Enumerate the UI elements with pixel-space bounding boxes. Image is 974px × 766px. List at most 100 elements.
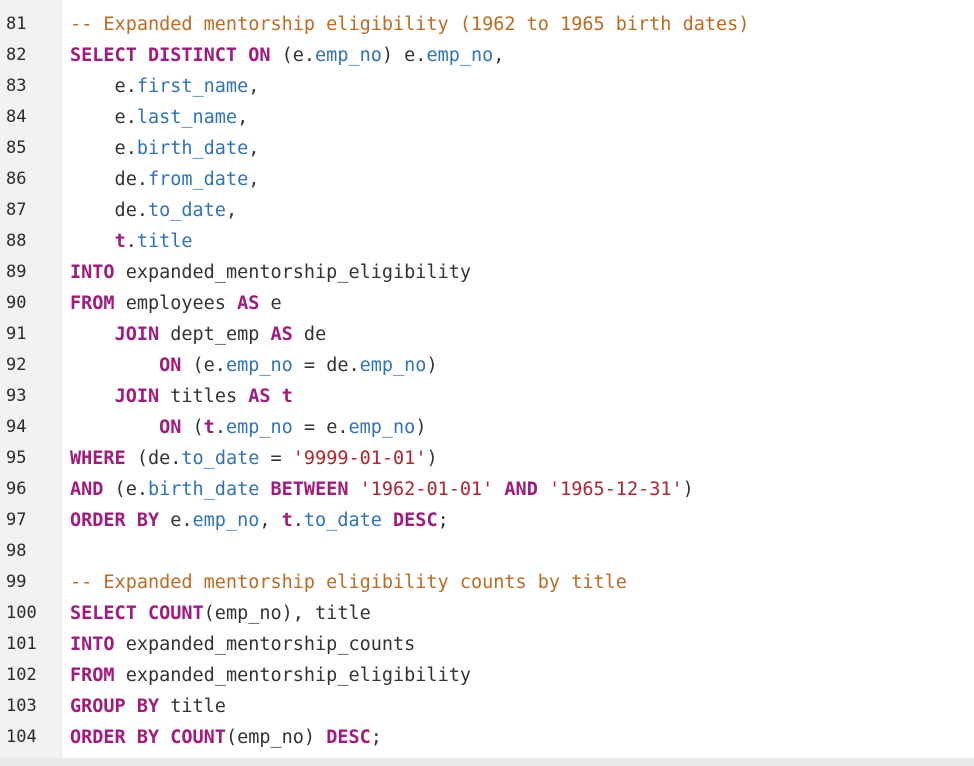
- code-line[interactable]: GROUP BY title: [70, 691, 974, 722]
- code-token: COUNT: [147, 603, 204, 624]
- code-line[interactable]: -- Expanded mentorship eligibility count…: [70, 567, 974, 598]
- code-token: emp_no: [359, 355, 427, 376]
- code-token: to_date: [147, 200, 226, 221]
- line-number: 92: [6, 355, 27, 375]
- code-token: birth_date: [136, 138, 249, 159]
- code-token: ): [426, 448, 438, 469]
- code-token: e.: [70, 138, 137, 159]
- code-token: expanded_mentorship_eligibility: [114, 665, 471, 686]
- code-token: e: [259, 293, 282, 314]
- code-token: ,: [248, 169, 260, 190]
- horizontal-scrollbar[interactable]: [0, 758, 974, 766]
- code-token: t: [281, 386, 293, 407]
- code-token: SELECT: [70, 603, 137, 624]
- code-line[interactable]: ON (t.emp_no = e.emp_no): [70, 412, 974, 443]
- code-token: emp_no: [426, 45, 494, 66]
- code-area[interactable]: -- Expanded mentorship eligibility (1962…: [62, 0, 974, 758]
- code-line[interactable]: JOIN dept_emp AS de: [70, 319, 974, 350]
- code-token: WHERE: [70, 448, 126, 469]
- code-token: ,: [493, 45, 505, 66]
- code-token: ,: [225, 200, 238, 221]
- code-token: ORDER BY: [70, 510, 160, 531]
- code-token: (e.: [181, 355, 226, 376]
- code-line[interactable]: ORDER BY COUNT(emp_no) DESC;: [70, 722, 974, 753]
- code-token: dept_emp: [159, 324, 271, 345]
- code-token: SELECT DISTINCT ON: [70, 45, 271, 66]
- code-editor[interactable]: 81 82 83 84 85 86 87 88 89 90 91 92 93 94 95 96 97 98 99 10…: [0, 0, 974, 758]
- line-number: 96: [6, 479, 27, 499]
- line-number: 86: [6, 169, 27, 189]
- code-token: title: [136, 231, 193, 252]
- code-line[interactable]: JOIN titles AS t: [70, 381, 974, 412]
- code-token: expanded_mentorship_eligibility: [114, 262, 471, 283]
- code-token: '1962-01-01': [359, 479, 494, 500]
- code-token: INTO: [70, 262, 115, 283]
- code-line[interactable]: AND (e.birth_date BETWEEN '1962-01-01' A…: [70, 474, 974, 505]
- code-line[interactable]: e.first_name,: [70, 71, 974, 102]
- code-token: AS: [270, 324, 293, 345]
- code-token: =: [259, 448, 293, 469]
- line-number: 84: [6, 107, 27, 127]
- line-number-gutter: 81 82 83 84 85 86 87 88 89 90 91 92 93 94 95 96 97 98 99 10…: [0, 0, 62, 758]
- code-token: t: [114, 231, 126, 252]
- code-line[interactable]: e.birth_date,: [70, 133, 974, 164]
- code-token: GROUP BY: [70, 696, 160, 717]
- code-line[interactable]: ORDER BY e.emp_no, t.to_date DESC;: [70, 505, 974, 536]
- code-token: FROM: [70, 293, 115, 314]
- code-token: expanded_mentorship_counts: [114, 634, 416, 655]
- line-number: 95: [6, 448, 27, 468]
- line-number: 102: [6, 665, 37, 685]
- code-token: ) e.: [381, 45, 427, 66]
- code-token: last_name: [136, 107, 238, 128]
- code-token: FROM: [70, 665, 115, 686]
- code-line[interactable]: INTO expanded_mentorship_eligibility: [70, 257, 974, 288]
- line-number: 87: [6, 200, 27, 220]
- line-number: 91: [6, 324, 27, 344]
- code-token: = de.: [292, 355, 360, 376]
- code-line[interactable]: de.to_date,: [70, 195, 974, 226]
- code-token: ): [426, 355, 438, 376]
- code-line[interactable]: INTO expanded_mentorship_counts: [70, 629, 974, 660]
- code-token: ,: [248, 76, 260, 97]
- code-token: (emp_no), title: [203, 603, 371, 624]
- code-line[interactable]: e.last_name,: [70, 102, 974, 133]
- code-token: -- Expanded mentorship eligibility (1962…: [70, 14, 750, 35]
- code-line[interactable]: FROM expanded_mentorship_eligibility: [70, 660, 974, 691]
- code-token: AS: [237, 293, 260, 314]
- code-token: (de.: [125, 448, 182, 469]
- code-line[interactable]: [70, 536, 974, 567]
- code-token: ;: [437, 510, 449, 531]
- code-token: to_date: [303, 510, 382, 531]
- code-token: DESC: [393, 510, 438, 531]
- code-token: e.: [70, 107, 137, 128]
- code-line[interactable]: de.from_date,: [70, 164, 974, 195]
- code-token: ORDER BY: [70, 727, 160, 748]
- code-line[interactable]: ON (e.emp_no = de.emp_no): [70, 350, 974, 381]
- code-token: birth_date: [147, 479, 260, 500]
- code-token: ,: [259, 510, 282, 531]
- code-token: = e.: [292, 417, 349, 438]
- code-line[interactable]: FROM employees AS e: [70, 288, 974, 319]
- code-line[interactable]: WHERE (de.to_date = '9999-01-01'): [70, 443, 974, 474]
- code-line[interactable]: t.title: [70, 226, 974, 257]
- code-token: ;: [370, 727, 382, 748]
- code-line[interactable]: SELECT DISTINCT ON (e.emp_no) e.emp_no,: [70, 40, 974, 71]
- line-number: 81: [6, 14, 27, 34]
- code-token: ,: [237, 107, 249, 128]
- code-token: e.: [70, 76, 137, 97]
- line-number: 100: [6, 603, 37, 623]
- code-token: ON: [159, 417, 182, 438]
- code-token: .: [125, 231, 137, 252]
- code-token: ): [415, 417, 427, 438]
- code-token: t: [281, 510, 293, 531]
- code-line[interactable]: -- Expanded mentorship eligibility (1962…: [70, 9, 974, 40]
- code-line[interactable]: SELECT COUNT(emp_no), title: [70, 598, 974, 629]
- code-token: titles: [159, 386, 249, 407]
